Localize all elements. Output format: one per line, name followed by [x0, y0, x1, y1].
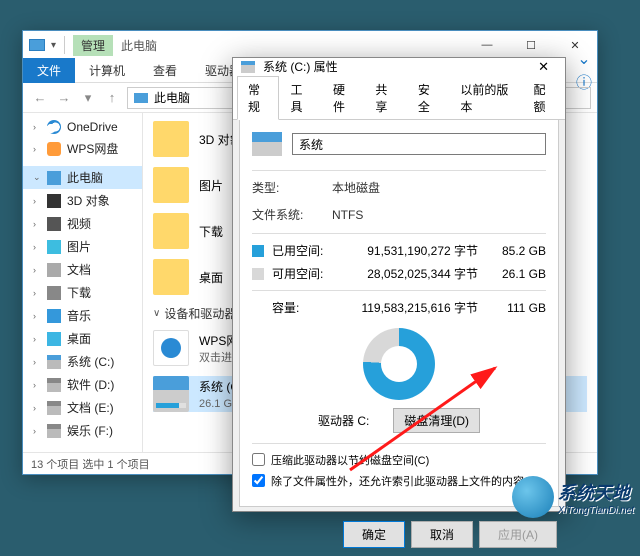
- nav-up-button[interactable]: ↑: [101, 87, 123, 109]
- pc-icon: [47, 171, 61, 185]
- ok-button[interactable]: 确定: [343, 521, 405, 548]
- wps-cloud-icon: [153, 330, 189, 366]
- drive-icon: [47, 355, 61, 369]
- compress-label: 压缩此驱动器以节约磁盘空间(C): [271, 452, 429, 468]
- minimize-button[interactable]: —: [465, 31, 509, 59]
- folder-icon: [153, 121, 189, 157]
- context-tab-label: 管理: [73, 35, 113, 56]
- titlebar: ▾ 管理 此电脑 — ☐ ✕: [23, 31, 597, 59]
- nav-back-button[interactable]: ←: [29, 87, 51, 109]
- free-color-swatch: [252, 268, 264, 280]
- used-label: 已用空间:: [272, 242, 332, 259]
- sidebar-item-this-pc[interactable]: ⌄此电脑: [23, 166, 142, 189]
- compress-checkbox[interactable]: [252, 453, 265, 466]
- type-label: 类型:: [252, 179, 332, 196]
- image-icon: [47, 240, 61, 254]
- download-icon: [47, 286, 61, 300]
- document-icon: [47, 263, 61, 277]
- folder-icon: [153, 167, 189, 203]
- drive-name-input[interactable]: [292, 133, 546, 155]
- sidebar-item-onedrive[interactable]: ›OneDrive: [23, 117, 142, 137]
- free-label: 可用空间:: [272, 265, 332, 282]
- drive-icon: [47, 401, 61, 415]
- free-gb: 26.1 GB: [496, 267, 546, 281]
- window-title: 此电脑: [121, 37, 157, 54]
- cloud-icon: [47, 120, 61, 134]
- property-tabs: 常规 工具 硬件 共享 安全 以前的版本 配额: [233, 75, 565, 120]
- music-icon: [47, 309, 61, 323]
- general-tab-panel: 类型:本地磁盘 文件系统:NTFS 已用空间: 91,531,190,272 字节…: [239, 120, 559, 507]
- sidebar-item-downloads[interactable]: ›下载: [23, 281, 142, 304]
- drive-icon: [153, 376, 189, 412]
- drive-icon: [47, 424, 61, 438]
- tab-hardware[interactable]: 硬件: [322, 76, 364, 120]
- sidebar-item-pictures[interactable]: ›图片: [23, 235, 142, 258]
- sidebar-item-documents[interactable]: ›文档: [23, 258, 142, 281]
- sidebar-item-desktop[interactable]: ›桌面: [23, 327, 142, 350]
- dialog-titlebar: 系统 (C:) 属性 ✕: [233, 58, 565, 75]
- capacity-gb: 111 GB: [496, 301, 546, 315]
- close-button[interactable]: ✕: [553, 31, 597, 59]
- watermark: 系统天地 XiTongTianDi.net: [512, 476, 634, 518]
- tab-general[interactable]: 常规: [237, 76, 279, 120]
- type-value: 本地磁盘: [332, 179, 380, 196]
- tab-security[interactable]: 安全: [407, 76, 449, 120]
- pc-icon: [134, 93, 148, 103]
- free-bytes: 28,052,025,344 字节: [340, 265, 488, 282]
- watermark-name: 系统天地: [558, 483, 630, 503]
- sidebar-item-music[interactable]: ›音乐: [23, 304, 142, 327]
- sidebar-item-drive-f[interactable]: ›娱乐 (F:): [23, 419, 142, 442]
- app-icon: [29, 39, 45, 51]
- cancel-button[interactable]: 取消: [411, 521, 473, 548]
- used-color-swatch: [252, 245, 264, 257]
- capacity-label: 容量:: [272, 299, 332, 316]
- watermark-url: XiTongTianDi.net: [558, 505, 634, 516]
- tab-file[interactable]: 文件: [23, 58, 75, 83]
- drive-properties-dialog: 系统 (C:) 属性 ✕ 常规 工具 硬件 共享 安全 以前的版本 配额 类型:…: [232, 57, 566, 512]
- index-label: 除了文件属性外，还允许索引此驱动器上文件的内容(I): [271, 473, 534, 489]
- sidebar-item-drive-e[interactable]: ›文档 (E:): [23, 396, 142, 419]
- sidebar-item-drive-d[interactable]: ›软件 (D:): [23, 373, 142, 396]
- usage-pie-chart: [363, 328, 435, 400]
- drive-large-icon: [252, 132, 282, 156]
- wps-icon: [47, 142, 61, 156]
- cube-icon: [47, 194, 61, 208]
- maximize-button[interactable]: ☐: [509, 31, 553, 59]
- tab-sharing[interactable]: 共享: [364, 76, 406, 120]
- tab-tools[interactable]: 工具: [279, 76, 321, 120]
- qat-dropdown-icon[interactable]: ▾: [51, 40, 56, 51]
- video-icon: [47, 217, 61, 231]
- dialog-close-button[interactable]: ✕: [530, 59, 557, 75]
- tab-computer[interactable]: 计算机: [75, 58, 139, 83]
- drive-letter-label: 驱动器 C:: [318, 412, 369, 429]
- disk-cleanup-button[interactable]: 磁盘清理(D): [393, 408, 480, 433]
- folder-icon: [153, 259, 189, 295]
- capacity-bytes: 119,583,215,616 字节: [340, 299, 488, 316]
- dialog-buttons: 确定 取消 应用(A): [233, 513, 565, 556]
- sidebar-item-videos[interactable]: ›视频: [23, 212, 142, 235]
- globe-icon: [512, 476, 554, 518]
- sidebar-item-drive-c[interactable]: ›系统 (C:): [23, 350, 142, 373]
- dialog-title: 系统 (C:) 属性: [263, 58, 338, 75]
- nav-forward-button[interactable]: →: [53, 87, 75, 109]
- used-bytes: 91,531,190,272 字节: [340, 242, 488, 259]
- apply-button[interactable]: 应用(A): [479, 521, 557, 548]
- index-checkbox[interactable]: [252, 474, 265, 487]
- nav-history-dropdown[interactable]: ▾: [77, 87, 99, 109]
- navigation-pane: ›OneDrive ›WPS网盘 ⌄此电脑 ›3D 对象 ›视频 ›图片 ›文档…: [23, 113, 143, 452]
- folder-icon: [153, 213, 189, 249]
- tab-quota[interactable]: 配额: [523, 76, 565, 120]
- drive-icon: [47, 378, 61, 392]
- breadcrumb[interactable]: 此电脑: [154, 89, 190, 106]
- desktop-icon: [47, 332, 61, 346]
- sidebar-item-wps[interactable]: ›WPS网盘: [23, 137, 142, 160]
- used-gb: 85.2 GB: [496, 244, 546, 258]
- tab-view[interactable]: 查看: [139, 58, 191, 83]
- tab-previous[interactable]: 以前的版本: [449, 76, 522, 120]
- filesystem-value: NTFS: [332, 208, 363, 222]
- drive-icon: [241, 61, 255, 73]
- sidebar-item-3d[interactable]: ›3D 对象: [23, 189, 142, 212]
- filesystem-label: 文件系统:: [252, 206, 332, 223]
